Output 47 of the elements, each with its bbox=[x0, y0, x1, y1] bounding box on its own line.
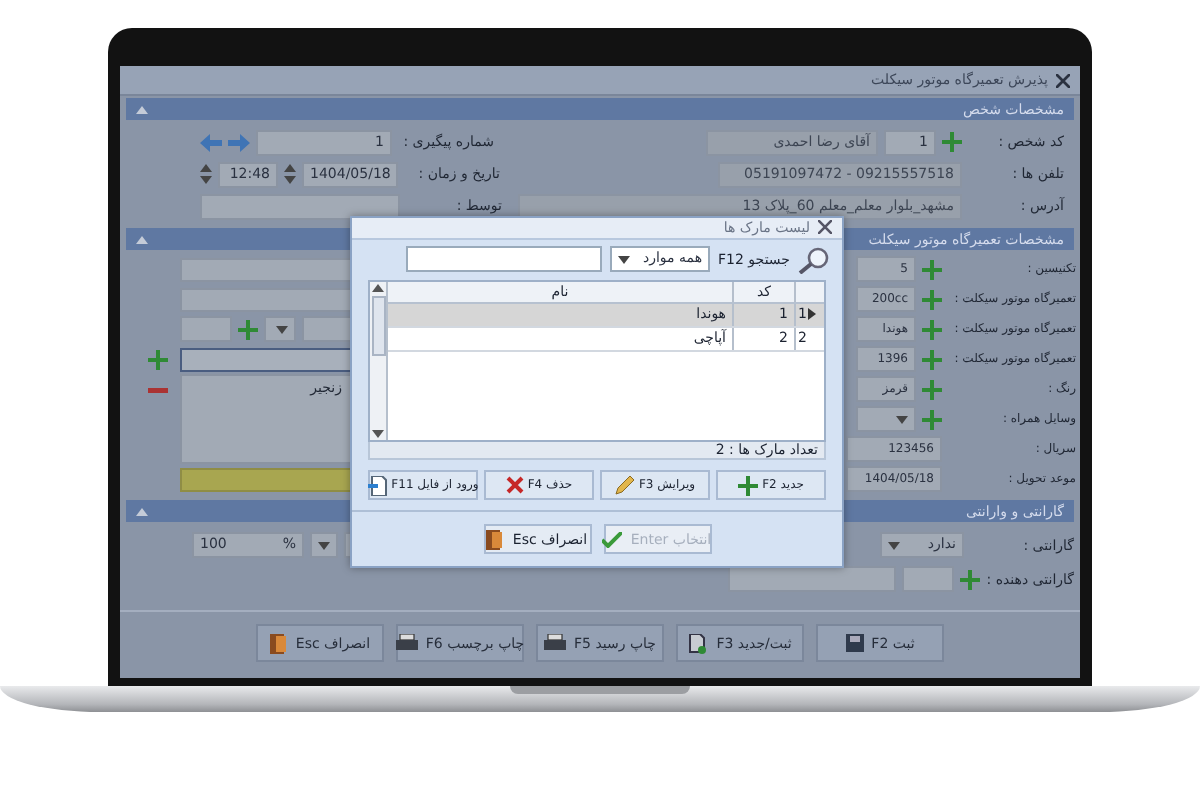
plus-icon[interactable] bbox=[922, 319, 942, 339]
caret-icon bbox=[276, 325, 288, 333]
search-icon bbox=[798, 245, 830, 274]
printer-icon bbox=[395, 634, 418, 652]
spinner-icon[interactable] bbox=[284, 164, 296, 184]
plus-icon[interactable] bbox=[922, 259, 942, 279]
close-icon[interactable] bbox=[1056, 73, 1070, 87]
check-icon bbox=[602, 531, 623, 547]
dropdown-field[interactable] bbox=[264, 316, 296, 342]
document-icon bbox=[367, 475, 388, 495]
spinner-icon[interactable] bbox=[200, 164, 212, 184]
scrollbar[interactable] bbox=[370, 281, 388, 440]
right-arrow-icon[interactable] bbox=[228, 133, 250, 151]
caret-icon bbox=[618, 255, 631, 264]
search-field[interactable] bbox=[406, 246, 603, 273]
dropdown-field[interactable] bbox=[310, 532, 338, 558]
plus-icon[interactable] bbox=[922, 409, 942, 429]
save-icon bbox=[845, 634, 864, 652]
caret-icon bbox=[888, 541, 900, 549]
text-field[interactable] bbox=[902, 566, 955, 592]
plus-icon[interactable] bbox=[960, 569, 981, 589]
plus-icon[interactable] bbox=[738, 475, 759, 495]
plus-icon[interactable] bbox=[922, 289, 942, 309]
collapse-icon[interactable] bbox=[136, 507, 148, 515]
door-icon bbox=[486, 529, 505, 549]
collapse-icon[interactable] bbox=[136, 235, 148, 243]
close-icon[interactable] bbox=[818, 220, 832, 235]
caret-icon bbox=[318, 541, 330, 549]
plus-icon[interactable] bbox=[942, 132, 962, 152]
printer-icon bbox=[543, 634, 566, 652]
scroll-thumb[interactable] bbox=[371, 295, 385, 356]
delete-icon bbox=[505, 476, 524, 494]
dropdown-field[interactable] bbox=[856, 406, 916, 432]
row-pointer-icon bbox=[808, 308, 817, 321]
text-field[interactable] bbox=[200, 193, 400, 219]
door-icon bbox=[269, 633, 288, 653]
text-field[interactable] bbox=[180, 316, 232, 342]
caret-icon bbox=[896, 415, 908, 423]
plus-icon[interactable] bbox=[922, 379, 942, 399]
pencil-icon bbox=[614, 475, 635, 495]
collapse-icon[interactable] bbox=[136, 105, 148, 113]
text-field[interactable] bbox=[728, 566, 897, 592]
plus-icon[interactable] bbox=[148, 349, 168, 369]
plus-icon[interactable] bbox=[922, 349, 942, 369]
plus-icon[interactable] bbox=[238, 319, 258, 339]
left-arrow-icon[interactable] bbox=[200, 133, 222, 151]
document-icon bbox=[688, 633, 709, 653]
